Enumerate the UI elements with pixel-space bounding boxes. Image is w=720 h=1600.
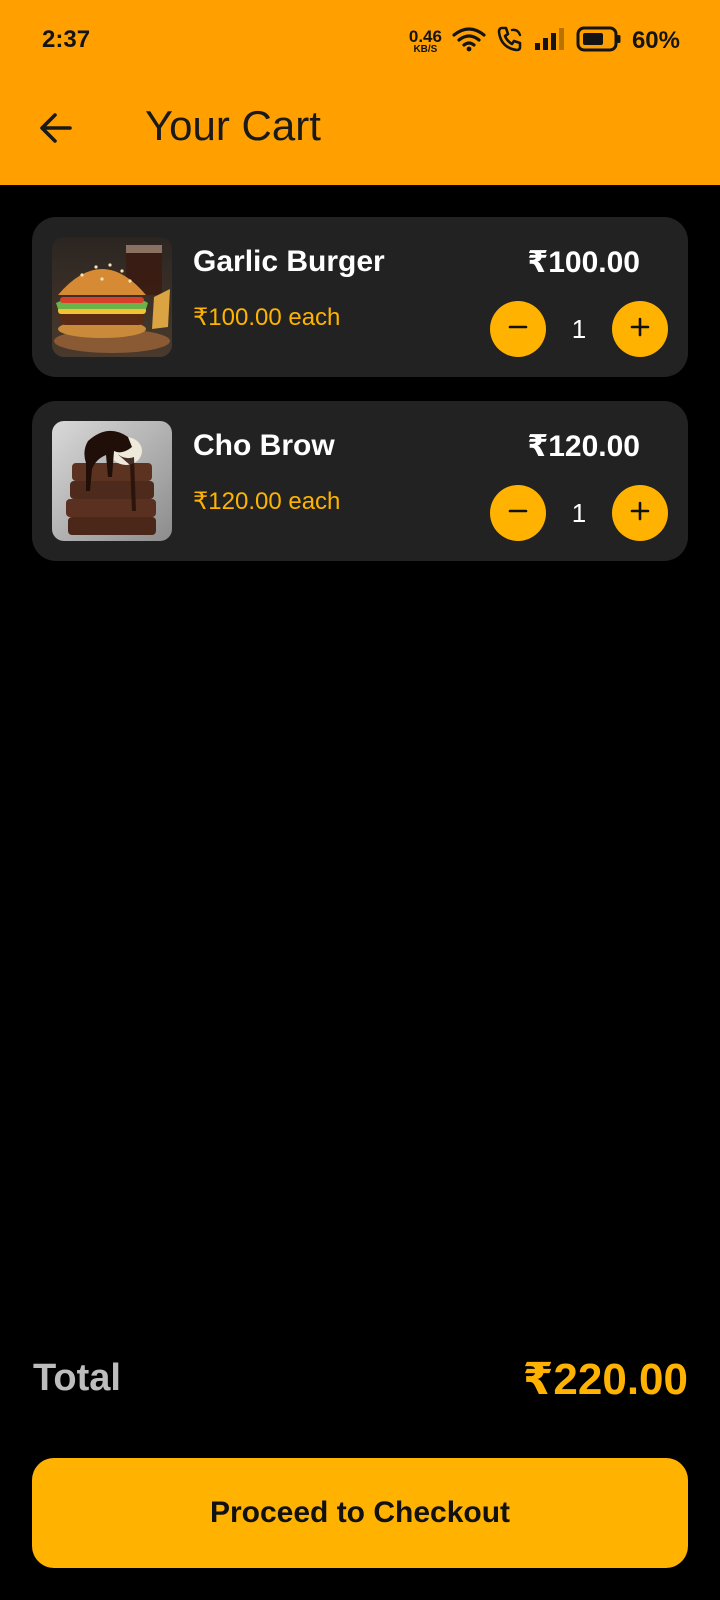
page-title: Your Cart [145,102,321,149]
brownie-image [52,421,172,541]
quantity-value: 1 [571,497,587,528]
total-value: ₹220.00 [522,1355,688,1404]
checkout-button[interactable]: Proceed to Checkout [32,1458,688,1568]
total-label: Total [33,1357,121,1399]
wifi-call-icon [496,25,524,58]
cart-list: Garlic Burger ₹100.00 each ₹100.00 1 Cho… [32,217,688,585]
status-icons: 0.46 KB/S 60% [409,24,680,58]
arrow-left-icon [38,110,74,151]
wifi-icon [452,26,486,57]
quantity-value: 1 [571,313,587,344]
cart-item: Garlic Burger ₹100.00 each ₹100.00 1 [32,217,688,377]
item-unit-price: ₹120.00 each [193,488,341,515]
item-line-total: ₹100.00 [527,246,640,279]
battery-percent: 60% [631,27,680,54]
battery-icon [576,26,622,57]
increase-quantity-button[interactable] [612,485,668,541]
item-line-total: ₹120.00 [527,430,640,463]
item-name: Cho Brow [193,429,335,462]
header: 2:37 0.46 KB/S 60% Your Cart [0,0,720,185]
status-time: 2:37 [42,26,91,53]
quantity-stepper: 1 [490,301,668,357]
burger-image [52,237,172,357]
decrease-quantity-button[interactable] [490,485,546,541]
net-speed-unit: KB/S [413,43,438,55]
minus-icon [507,500,529,527]
signal-icon [534,27,566,56]
network-speed: 0.46 KB/S [409,28,442,55]
status-bar: 2:37 0.46 KB/S 60% [0,0,720,84]
back-button[interactable] [30,104,82,156]
app-bar: Your Cart [0,84,720,184]
net-speed-value: 0.46 [408,26,442,46]
item-name: Garlic Burger [193,245,385,278]
plus-icon [629,500,651,527]
decrease-quantity-button[interactable] [490,301,546,357]
item-unit-price: ₹100.00 each [193,304,341,331]
cart-item: Cho Brow ₹120.00 each ₹120.00 1 [32,401,688,561]
cart-screen: 2:37 0.46 KB/S 60% Your Cart Garlic Burg… [0,0,720,1600]
increase-quantity-button[interactable] [612,301,668,357]
minus-icon [507,316,529,343]
plus-icon [629,316,651,343]
quantity-stepper: 1 [490,485,668,541]
